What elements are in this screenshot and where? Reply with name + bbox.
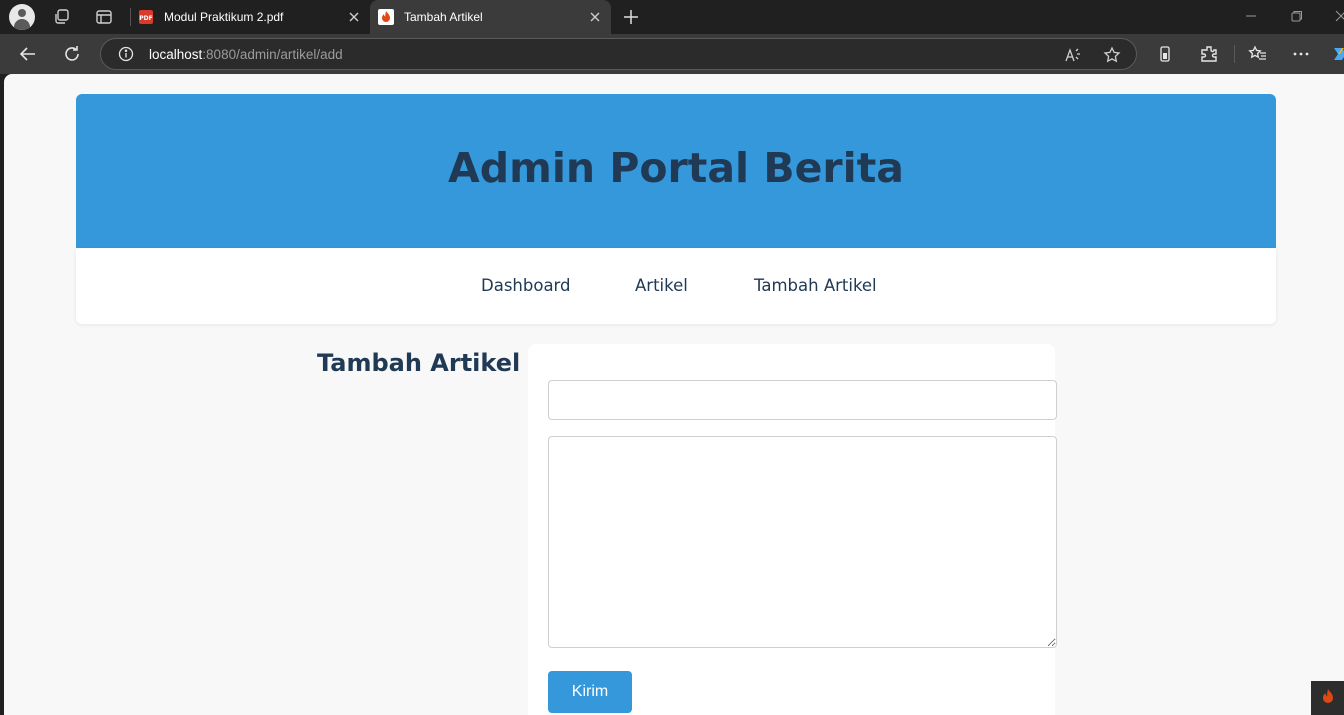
codeigniter-flame-icon bbox=[1323, 689, 1333, 703]
toolbar-separator bbox=[1234, 45, 1235, 63]
more-options-icon[interactable] bbox=[1291, 44, 1311, 64]
close-window-icon[interactable] bbox=[1334, 9, 1344, 23]
read-aloud-icon[interactable] bbox=[1064, 46, 1082, 64]
tab-tambah-artikel[interactable]: Tambah Artikel bbox=[370, 0, 611, 34]
nav-link-tambah-artikel[interactable]: Tambah Artikel bbox=[754, 276, 877, 295]
url-path: :8080/admin/artikel/add bbox=[202, 47, 343, 62]
page-title: Admin Portal Berita bbox=[448, 144, 904, 192]
workspaces-icon[interactable] bbox=[53, 8, 71, 26]
site-info-icon[interactable] bbox=[118, 46, 134, 62]
back-arrow-icon[interactable] bbox=[18, 44, 38, 64]
favorite-star-icon[interactable] bbox=[1103, 46, 1121, 64]
url-text[interactable]: localhost:8080/admin/artikel/add bbox=[149, 47, 343, 62]
submit-button[interactable]: Kirim bbox=[548, 671, 632, 713]
close-tab-icon[interactable] bbox=[587, 9, 603, 25]
article-title-input[interactable] bbox=[548, 380, 1057, 420]
favorites-icon[interactable] bbox=[1248, 44, 1268, 64]
tab-actions-icon[interactable] bbox=[95, 8, 113, 26]
close-tab-icon[interactable] bbox=[346, 9, 362, 25]
section-title: Tambah Artikel bbox=[317, 349, 521, 377]
page-viewport: Admin Portal Berita Dashboard Artikel Ta… bbox=[4, 74, 1344, 715]
address-bar[interactable]: localhost:8080/admin/artikel/add bbox=[100, 38, 1137, 70]
codeigniter-flame-icon bbox=[378, 9, 394, 25]
svg-text:PDF: PDF bbox=[139, 15, 152, 22]
pdf-icon: PDF bbox=[139, 10, 153, 24]
browser-tab-strip: PDF Modul Praktikum 2.pdf Tambah Artikel bbox=[0, 0, 1344, 34]
tab-title: Modul Praktikum 2.pdf bbox=[164, 10, 284, 24]
main-nav: Dashboard Artikel Tambah Artikel bbox=[76, 248, 1276, 324]
nav-link-artikel[interactable]: Artikel bbox=[635, 276, 688, 295]
tab-modul-praktikum[interactable]: PDF Modul Praktikum 2.pdf bbox=[130, 0, 370, 34]
article-content-textarea[interactable] bbox=[548, 436, 1057, 648]
restore-icon[interactable] bbox=[1290, 9, 1304, 23]
browser-toolbar: localhost:8080/admin/artikel/add bbox=[0, 34, 1344, 74]
site-header: Admin Portal Berita bbox=[76, 94, 1276, 248]
extensions-icon[interactable] bbox=[1199, 44, 1219, 64]
refresh-icon[interactable] bbox=[62, 44, 82, 64]
tab-title: Tambah Artikel bbox=[404, 10, 483, 24]
nav-link-dashboard[interactable]: Dashboard bbox=[481, 276, 571, 295]
new-tab-icon[interactable] bbox=[622, 8, 640, 26]
battery-icon[interactable] bbox=[1155, 44, 1175, 64]
copilot-icon[interactable] bbox=[1330, 44, 1344, 64]
profile-avatar-icon[interactable] bbox=[9, 4, 35, 30]
codeigniter-debug-toolbar-icon[interactable] bbox=[1311, 681, 1344, 715]
article-form-card: Kirim bbox=[528, 344, 1057, 715]
url-host: localhost bbox=[149, 47, 203, 62]
minimize-icon[interactable] bbox=[1244, 9, 1258, 23]
